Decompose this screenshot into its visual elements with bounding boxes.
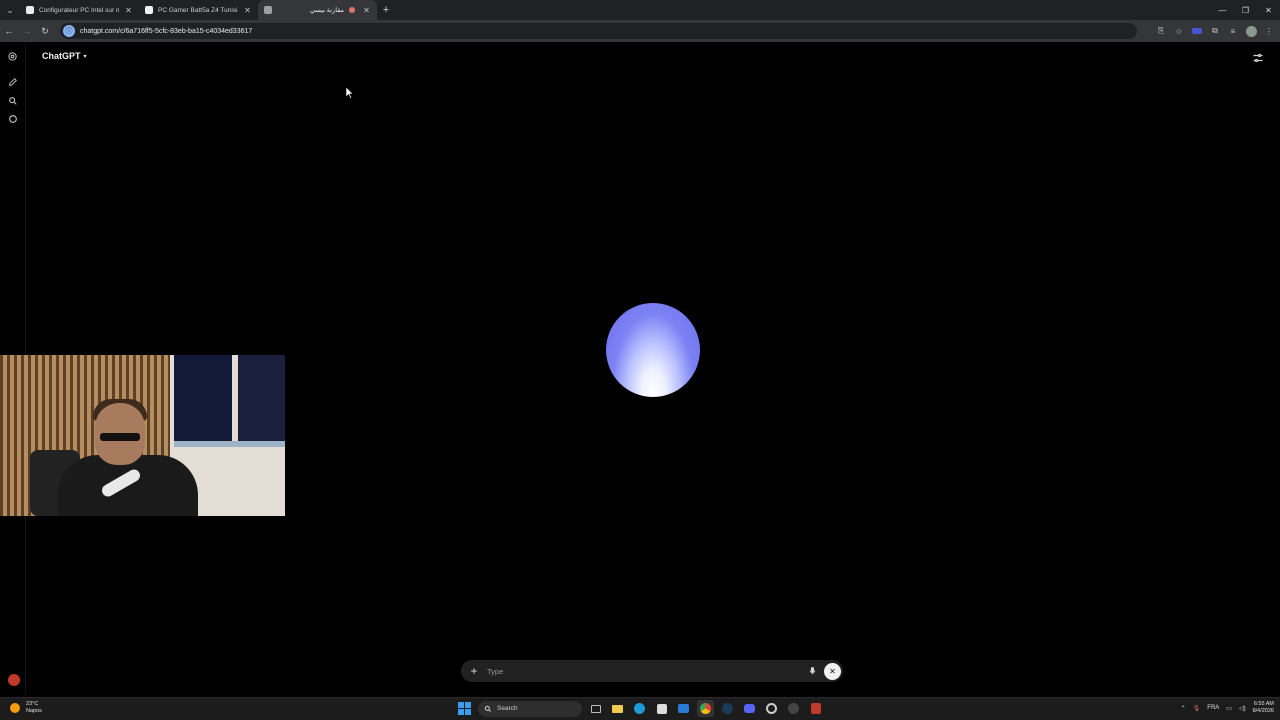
recording-indicator-icon <box>349 7 355 13</box>
url-text[interactable]: chatgpt.com/c/6a716ff5-5cfc-83eb-ba15-c4… <box>80 28 252 35</box>
edge-browser-icon[interactable] <box>631 700 648 717</box>
user-avatar[interactable] <box>8 674 20 686</box>
mail-icon[interactable] <box>675 700 692 717</box>
game-app-icon[interactable] <box>807 700 824 717</box>
obs-icon[interactable] <box>763 700 780 717</box>
weather-widget[interactable]: 23°C Napos <box>10 701 42 715</box>
message-input[interactable] <box>487 666 804 676</box>
chevron-down-icon: ▾ <box>83 53 87 60</box>
system-tray: ⌃ 🎙 FRA ▭ ◁) 6:55 AM 8/4/2026 <box>1181 701 1274 715</box>
browser-toolbar: ← → ↻ ⓘ chatgpt.com/c/6a716ff5-5cfc-83eb… <box>0 20 1280 42</box>
weather-sun-icon <box>10 703 20 713</box>
file-explorer-icon[interactable] <box>609 700 626 717</box>
model-selector[interactable]: ChatGPT ▾ <box>42 51 87 61</box>
volume-icon[interactable]: ◁) <box>1239 705 1246 712</box>
new-chat-icon[interactable] <box>6 75 19 88</box>
add-attachment-button[interactable]: + <box>461 664 487 678</box>
weather-temp: 23°C <box>26 701 39 707</box>
tab-close-icon[interactable]: ✕ <box>362 6 371 15</box>
voice-composer: + ✕ <box>461 660 843 682</box>
forward-icon[interactable]: → <box>18 20 36 42</box>
taskbar-search[interactable]: Search <box>478 700 582 717</box>
tab-favicon-icon <box>26 6 34 14</box>
tab-pc-gamer[interactable]: PC Gamer Batt5a Z4 Tunisie - ... ✕ <box>139 0 258 20</box>
media-app-icon[interactable] <box>785 700 802 717</box>
tab-close-icon[interactable]: ✕ <box>243 6 252 15</box>
toolbar-actions: ⎘ ☆ ⧉ ≡ ⋮ <box>1154 20 1276 42</box>
tab-close-icon[interactable]: ✕ <box>124 6 133 15</box>
reload-icon[interactable]: ↻ <box>36 20 54 42</box>
webcam-overlay <box>0 355 285 516</box>
voice-mode-orb <box>606 303 700 397</box>
window-controls: — ❐ ✕ <box>1211 0 1280 20</box>
media-icon[interactable]: ≡ <box>1226 24 1240 38</box>
back-icon[interactable]: ← <box>0 20 18 42</box>
profile-avatar[interactable] <box>1244 24 1258 38</box>
close-window-icon[interactable]: ✕ <box>1257 0 1280 20</box>
task-view-icon[interactable] <box>587 700 604 717</box>
bookmark-star-icon[interactable]: ☆ <box>1172 24 1186 38</box>
chrome-icon[interactable] <box>697 700 714 717</box>
search-icon <box>484 705 492 712</box>
search-label: Search <box>497 705 518 712</box>
discord-icon[interactable] <box>741 700 758 717</box>
end-voice-button[interactable]: ✕ <box>824 662 841 680</box>
menu-kebab-icon[interactable]: ⋮ <box>1262 24 1276 38</box>
tab-title: مقارنة بيسي <box>310 7 344 14</box>
clock[interactable]: 6:55 AM 8/4/2026 <box>1253 701 1274 715</box>
steam-icon[interactable] <box>719 700 736 717</box>
tab-favicon-icon <box>264 6 272 14</box>
clock-time: 6:55 AM <box>1253 701 1274 707</box>
mouse-pointer-icon <box>345 86 354 104</box>
voice-settings-icon[interactable] <box>1252 51 1264 63</box>
weather-place: Napos <box>26 708 42 714</box>
minimize-icon[interactable]: — <box>1211 0 1234 20</box>
store-icon[interactable] <box>653 700 670 717</box>
tab-chatgpt-active[interactable]: مقارنة بيسي ✕ <box>258 0 377 20</box>
tab-favicon-icon <box>145 6 153 14</box>
windows-taskbar: 23°C Napos Search ⌃ 🎙 FRA ▭ ◁) 6:55 AM 8… <box>0 697 1280 720</box>
tab-search-icon[interactable]: ⌄ <box>0 0 20 20</box>
extensions-puzzle-icon[interactable]: ⧉ <box>1208 24 1222 38</box>
start-button[interactable] <box>456 700 473 717</box>
show-hidden-icons-icon[interactable]: ⌃ <box>1181 705 1186 712</box>
site-info-icon[interactable]: ⓘ <box>63 25 75 37</box>
brand-label: ChatGPT <box>42 51 81 61</box>
language-indicator[interactable]: FRA <box>1207 705 1219 711</box>
chat-bubble-icon[interactable] <box>6 112 19 125</box>
new-tab-button[interactable]: + <box>377 4 395 16</box>
extension-icon[interactable] <box>1190 24 1204 38</box>
browser-tabstrip: ⌄ Configurateur PC Intel sur mesure ✕ PC… <box>0 0 1280 20</box>
windows-logo-icon <box>458 702 471 715</box>
restore-icon[interactable]: ❐ <box>1234 0 1257 20</box>
network-icon[interactable]: ▭ <box>1226 705 1232 712</box>
tab-title: Configurateur PC Intel sur mesure <box>39 6 119 14</box>
tab-title: PC Gamer Batt5a Z4 Tunisie - ... <box>158 6 238 14</box>
microphone-button[interactable] <box>804 663 820 679</box>
translate-icon[interactable]: ⎘ <box>1154 24 1168 38</box>
openai-logo-icon[interactable] <box>6 50 19 63</box>
clock-date: 8/4/2026 <box>1252 708 1274 714</box>
search-icon[interactable] <box>6 94 19 107</box>
mic-muted-icon[interactable]: 🎙 <box>1193 705 1201 712</box>
taskbar-apps: Search <box>456 700 824 717</box>
tab-configurateur[interactable]: Configurateur PC Intel sur mesure ✕ <box>20 0 139 20</box>
address-bar[interactable]: ⓘ chatgpt.com/c/6a716ff5-5cfc-83eb-ba15-… <box>60 23 1137 39</box>
